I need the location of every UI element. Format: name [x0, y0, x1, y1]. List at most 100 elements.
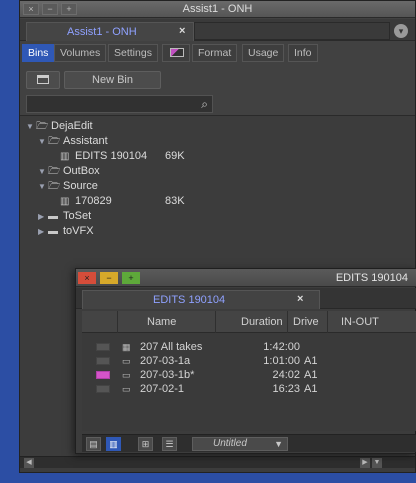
collapsed-triangle-icon[interactable]: ▶: [38, 224, 48, 239]
clip-duration: 24:02: [272, 369, 300, 381]
column-duration-label: Duration: [241, 316, 283, 328]
document-tab-bar: Assist1 - ONH × ▾: [20, 19, 415, 41]
bin-view-toggle-button[interactable]: [26, 71, 60, 89]
clip-icon: ▭: [122, 356, 131, 366]
function-tabs: Bins Volumes Settings Format Usage Info: [20, 42, 415, 63]
column-drive-label: Drive: [293, 316, 319, 328]
clip-color-swatch: [96, 371, 110, 379]
list-icon: [37, 75, 49, 84]
bin-titlebar: × − + EDITS 190104: [76, 269, 416, 287]
frame-view-icon[interactable]: ⊞: [138, 437, 153, 451]
tab-settings[interactable]: Settings: [108, 44, 158, 62]
bin-icon: ▥: [60, 196, 70, 207]
clip-duration: 1:42:00: [263, 341, 300, 353]
bin-view-select[interactable]: Untitled ▼: [192, 437, 288, 451]
tree-label: OutBox: [63, 165, 100, 177]
tree-label: ToSet: [63, 210, 92, 222]
tree-row-170829[interactable]: ▥ 170829 83K: [26, 194, 406, 209]
expand-triangle-icon[interactable]: ▼: [38, 179, 48, 194]
close-tab-icon[interactable]: ×: [297, 293, 303, 305]
folder-open-icon: 🗁: [48, 166, 61, 177]
expand-triangle-icon[interactable]: ▼: [38, 134, 48, 149]
clip-name: 207 All takes: [140, 341, 203, 353]
tree-row-edits-190104[interactable]: ▥ EDITS 190104 69K: [26, 149, 406, 164]
bin-bottom-toolbar: ▤ ▥ ⊞ ☰ Untitled ▼: [82, 434, 416, 452]
window-menu-icon[interactable]: ▾: [394, 24, 408, 38]
column-name[interactable]: Name: [118, 311, 216, 333]
scroll-right-icon[interactable]: ▶: [360, 458, 370, 468]
new-bin-button[interactable]: New Bin: [64, 71, 161, 89]
minimize-window-button[interactable]: −: [100, 272, 118, 284]
tab-info[interactable]: Info: [288, 44, 318, 62]
brief-view-icon[interactable]: ▤: [86, 437, 101, 451]
column-duration[interactable]: Duration: [216, 311, 288, 333]
bin-search-input[interactable]: ⌕: [26, 95, 213, 113]
tab-label: EDITS 190104: [153, 294, 226, 306]
tree-label: EDITS 190104: [75, 150, 148, 162]
clip-name: 207-02-1: [140, 383, 185, 395]
column-in-out[interactable]: IN-OUT: [328, 311, 416, 333]
scroll-down-icon[interactable]: ▼: [372, 458, 382, 468]
tab-volumes[interactable]: Volumes: [54, 44, 107, 62]
column-in-out-label: IN-OUT: [341, 316, 379, 328]
tree-label: Source: [63, 180, 98, 192]
clip-drive: A1: [304, 383, 318, 395]
clip-duration: 16:23: [272, 383, 300, 395]
bin-icon: ▥: [60, 151, 70, 162]
tree-label: 170829: [75, 195, 112, 207]
tree-row-outbox[interactable]: ▼ 🗁 OutBox: [26, 164, 406, 179]
tree-row-tovfx[interactable]: ▶ ▬ toVFX: [26, 224, 406, 239]
tab-edits-190104[interactable]: EDITS 190104 ×: [82, 290, 320, 309]
folder-closed-icon: ▬: [48, 211, 58, 222]
clip-duration: 1:01:00: [263, 355, 300, 367]
monitor-icon: [170, 48, 184, 57]
maximize-window-button[interactable]: +: [122, 272, 140, 284]
bin-view-name: Untitled: [213, 438, 247, 449]
folder-open-icon: 🗁: [48, 136, 61, 147]
tab-hardware[interactable]: [162, 44, 190, 62]
tree-row-source[interactable]: ▼ 🗁 Source: [26, 179, 406, 194]
tab-usage[interactable]: Usage: [242, 44, 285, 62]
window-title: Assist1 - ONH: [182, 3, 253, 15]
bin-size: 83K: [165, 195, 185, 207]
column-color[interactable]: [82, 311, 118, 333]
close-tab-icon[interactable]: ×: [179, 25, 185, 37]
horizontal-scrollbar[interactable]: ◀ ▶ ▼: [20, 456, 415, 468]
collapsed-triangle-icon[interactable]: ▶: [38, 209, 48, 224]
clip-color-swatch: [96, 357, 110, 365]
clip-name: 207-03-1a: [140, 355, 191, 367]
clip-row[interactable]: ▭ 207-02-1 16:23 A1: [82, 382, 416, 396]
clip-row[interactable]: ▦ 207 All takes 1:42:00: [82, 340, 416, 354]
column-headers: Name Duration Drive IN-OUT: [82, 311, 416, 333]
tab-area-empty: [194, 22, 390, 40]
sequence-icon: ▦: [122, 342, 131, 352]
tree-row-dejaedit[interactable]: ▼ 🗁 DejaEdit: [26, 119, 406, 134]
tree-row-assistant[interactable]: ▼ 🗁 Assistant: [26, 134, 406, 149]
folder-open-icon: 🗁: [36, 121, 49, 132]
clip-drive: A1: [304, 355, 318, 367]
expand-triangle-icon[interactable]: ▼: [38, 164, 48, 179]
bins-toolbar: New Bin: [20, 67, 415, 91]
tree-row-toset[interactable]: ▶ ▬ ToSet: [26, 209, 406, 224]
search-icon: ⌕: [201, 97, 208, 111]
column-drive[interactable]: Drive: [288, 311, 328, 333]
tree-label: DejaEdit: [51, 120, 93, 132]
folder-closed-icon: ▬: [48, 226, 58, 237]
tab-assist1[interactable]: Assist1 - ONH ×: [26, 22, 194, 41]
clip-row[interactable]: ▭ 207-03-1a 1:01:00 A1: [82, 354, 416, 368]
clip-icon: ▭: [122, 370, 131, 380]
close-window-button[interactable]: ×: [78, 272, 96, 284]
dropdown-arrow-icon: ▼: [274, 439, 283, 449]
clip-row[interactable]: ▭ 207-03-1b* 24:02 A1: [82, 368, 416, 382]
main-titlebar: × − + Assist1 - ONH: [20, 1, 415, 18]
scroll-left-icon[interactable]: ◀: [24, 458, 34, 468]
script-view-icon[interactable]: ☰: [162, 437, 177, 451]
bin-tab-bar: EDITS 190104 ×: [76, 288, 416, 309]
text-view-icon[interactable]: ▥: [106, 437, 121, 451]
tree-label: Assistant: [63, 135, 108, 147]
expand-triangle-icon[interactable]: ▼: [26, 119, 36, 134]
tab-bins[interactable]: Bins: [22, 44, 55, 62]
tab-format[interactable]: Format: [192, 44, 238, 62]
bin-window: × − + EDITS 190104 EDITS 190104 × Name D…: [75, 268, 416, 454]
clip-icon: ▭: [122, 384, 131, 394]
